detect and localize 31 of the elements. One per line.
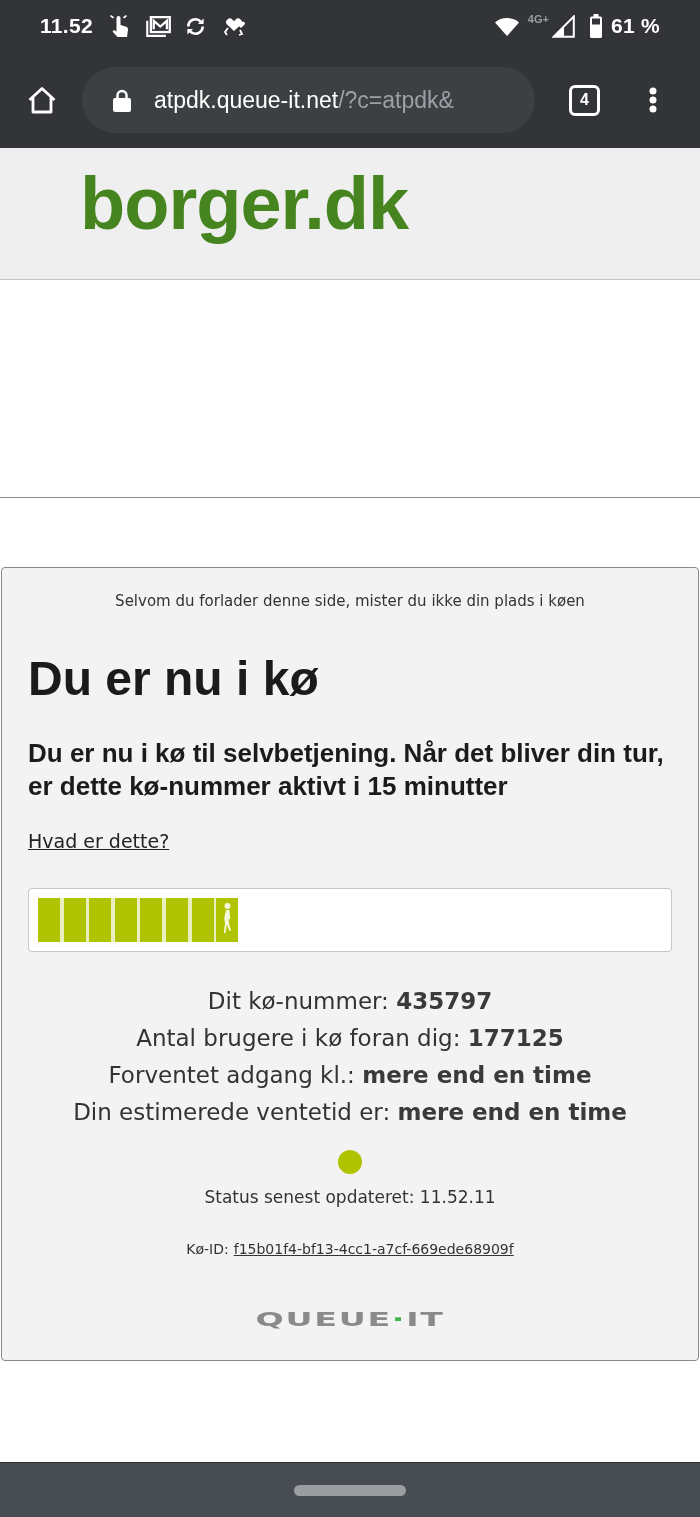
subtitle-text: Du er nu i kø til selvbetjening. Når det bliver din tur, er dette kø-nummer aktivt i 15 minutter bbox=[28, 737, 665, 803]
sync-icon bbox=[184, 15, 206, 37]
wifi-icon bbox=[494, 16, 519, 36]
queue-info-line: Dit kø-nummer: 435797 bbox=[207, 987, 493, 1016]
tab-count-button[interactable]: 4 bbox=[569, 84, 600, 116]
page-title: Du er nu i kø bbox=[28, 651, 320, 707]
queue-info-line: Din estimerede ventetid er: mere end en time bbox=[73, 1098, 627, 1127]
help-link[interactable]: Hvad er dette? bbox=[28, 828, 170, 854]
lock-icon bbox=[113, 88, 131, 112]
status-updated-text: Status senest opdateret: 11.52.11 bbox=[203, 1186, 497, 1208]
queue-id-link[interactable]: f15b01f4-bf13-4cc1-a7cf-669ede68909f bbox=[233, 1239, 514, 1259]
borger-logo[interactable]: borger.dk bbox=[80, 160, 409, 249]
home-icon[interactable] bbox=[27, 85, 57, 115]
hearts-icon bbox=[221, 15, 246, 37]
address-bar[interactable]: atpdk.queue-it.net/?c=atpdk& bbox=[82, 67, 535, 133]
status-dot-icon bbox=[338, 1150, 362, 1174]
battery-percent: 61 % bbox=[610, 14, 660, 38]
queue-info-line: Forventet adgang kl.: mere end en time bbox=[108, 1061, 592, 1090]
queue-id-label: Kø-ID: bbox=[186, 1240, 229, 1259]
network-type: 4G+ bbox=[527, 13, 549, 25]
queue-info-line: Antal brugere i kø foran dig: 177125 bbox=[136, 1024, 564, 1053]
signal-icon bbox=[551, 14, 575, 38]
queue-it-logo: QUEUE·IT bbox=[255, 1309, 445, 1329]
battery-icon bbox=[589, 14, 602, 38]
clock-time: 11.52 bbox=[40, 14, 93, 38]
gesture-handle[interactable] bbox=[294, 1484, 406, 1496]
menu-icon[interactable] bbox=[649, 87, 657, 113]
url-text: atpdk.queue-it.net/?c=atpdk& bbox=[154, 86, 454, 114]
notice-text: Selvom du forlader denne side, mister du ikke din plads i køen bbox=[114, 591, 586, 611]
hand-pointer-icon bbox=[109, 14, 130, 38]
mail-icon bbox=[145, 15, 171, 37]
